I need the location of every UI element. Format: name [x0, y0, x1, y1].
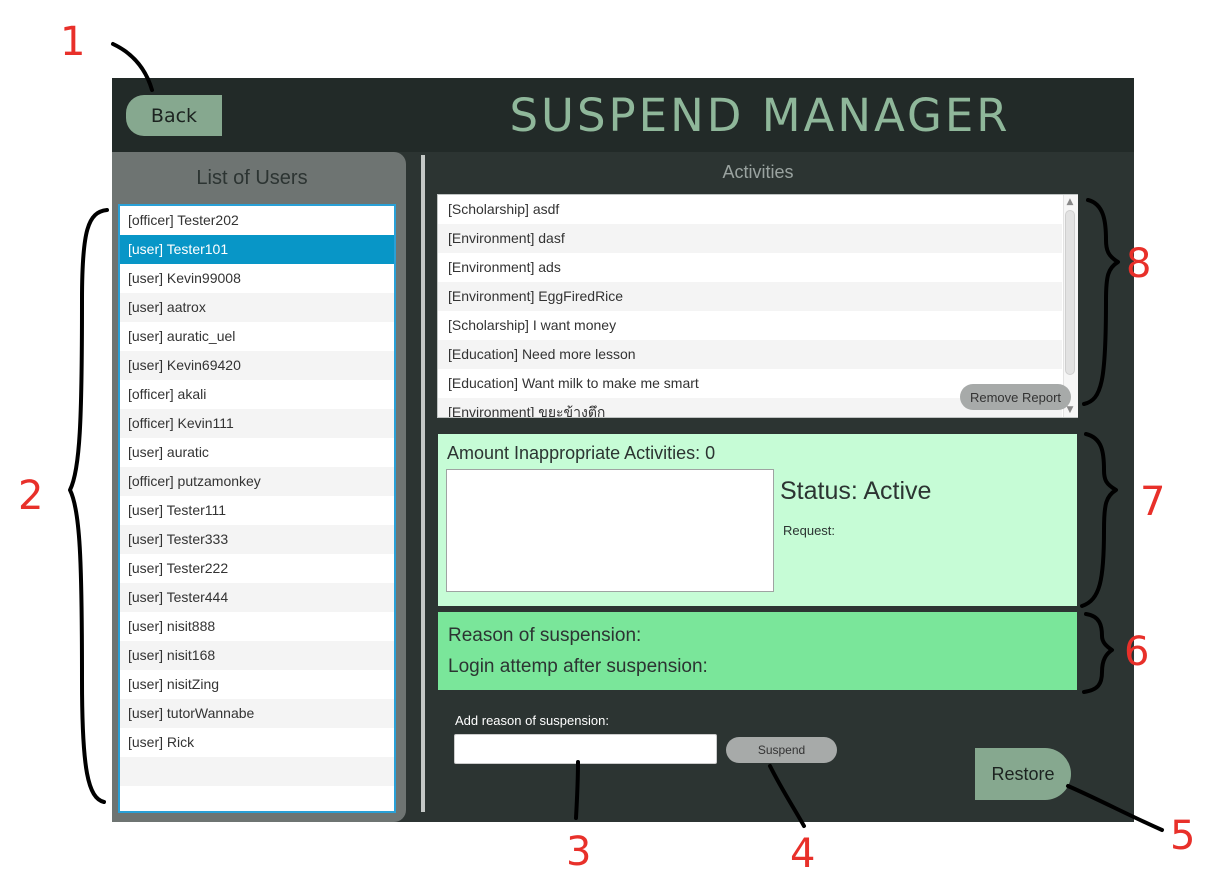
user-list-item[interactable]: [user] tutorWannabe — [120, 699, 394, 728]
user-list-item[interactable]: [user] auratic — [120, 438, 394, 467]
users-heading: List of Users — [196, 167, 308, 189]
annotation-number-2: 2 — [18, 473, 44, 519]
panel-divider — [421, 155, 425, 812]
reason-input[interactable] — [454, 734, 717, 764]
activity-scroll-thumb[interactable] — [1065, 210, 1075, 375]
annotation-number-7: 7 — [1140, 479, 1166, 525]
user-list-item[interactable]: [officer] Kevin111 — [120, 409, 394, 438]
user-list-item[interactable]: [user] nisitZing — [120, 670, 394, 699]
activity-list-item[interactable]: [Environment] EggFiredRice — [438, 282, 1062, 311]
annotation-number-3: 3 — [566, 829, 592, 875]
request-label: Request: — [783, 523, 836, 538]
report-detail-box — [446, 469, 774, 592]
user-list-item[interactable]: [user] Kevin99008 — [120, 264, 394, 293]
scroll-up-icon[interactable]: ▲ — [1064, 196, 1076, 208]
user-list-item[interactable]: [user] Tester222 — [120, 554, 394, 583]
user-list-item[interactable]: [officer] akali — [120, 380, 394, 409]
user-list-item[interactable]: [user] Tester101 — [120, 235, 394, 264]
user-list-empty-row — [120, 757, 394, 786]
user-list-item[interactable]: [user] Kevin69420 — [120, 351, 394, 380]
remove-report-button[interactable]: Remove Report — [960, 384, 1071, 410]
user-list-item[interactable]: [user] aatrox — [120, 293, 394, 322]
activity-list-item[interactable]: [Scholarship] I want money — [438, 311, 1062, 340]
user-status: Status: Active — [780, 477, 932, 505]
annotation-number-8: 8 — [1126, 241, 1152, 287]
activity-list-item[interactable]: [Scholarship] asdf — [438, 195, 1062, 224]
annotation-number-5: 5 — [1170, 813, 1196, 859]
activities-heading: Activities — [722, 162, 794, 182]
user-list-empty-row — [120, 786, 394, 811]
restore-button[interactable]: Restore — [975, 748, 1071, 800]
user-list-item[interactable]: [user] Tester111 — [120, 496, 394, 525]
user-list-item[interactable]: [user] Tester444 — [120, 583, 394, 612]
suspension-info-panel — [436, 610, 1079, 692]
user-list-item[interactable]: [user] nisit888 — [120, 612, 394, 641]
activity-list-item[interactable]: [Education] Need more lesson — [438, 340, 1062, 369]
suspend-button[interactable]: Suspend — [726, 737, 837, 763]
user-list[interactable]: [officer] Tester202 [user] Tester101 [user… — [118, 204, 396, 813]
page-title: SUSPEND MANAGER — [509, 89, 1011, 142]
activity-list-item[interactable]: [Environment] ads — [438, 253, 1062, 282]
annotation-brace-2 — [68, 208, 109, 804]
user-list-item[interactable]: [user] Rick — [120, 728, 394, 757]
user-list-item[interactable]: [user] auratic_uel — [120, 322, 394, 351]
suspension-reason: Reason of suspension: — [448, 625, 642, 646]
back-button[interactable]: Back — [126, 95, 222, 136]
add-reason-label: Add reason of suspension: — [455, 713, 609, 728]
annotation-number-6: 6 — [1124, 629, 1150, 675]
activity-list-item[interactable]: [Environment] dasf — [438, 224, 1062, 253]
annotation-number-4: 4 — [790, 831, 816, 877]
inappropriate-amount: Amount Inappropriate Activities: 0 — [447, 443, 716, 463]
user-list-item[interactable]: [user] Tester333 — [120, 525, 394, 554]
annotation-number-1: 1 — [60, 19, 86, 65]
user-list-item[interactable]: [user] nisit168 — [120, 641, 394, 670]
user-list-item[interactable]: [officer] Tester202 — [120, 206, 394, 235]
user-list-item[interactable]: [officer] putzamonkey — [120, 467, 394, 496]
login-attempt-after-suspension: Login attemp after suspension: — [448, 656, 708, 677]
